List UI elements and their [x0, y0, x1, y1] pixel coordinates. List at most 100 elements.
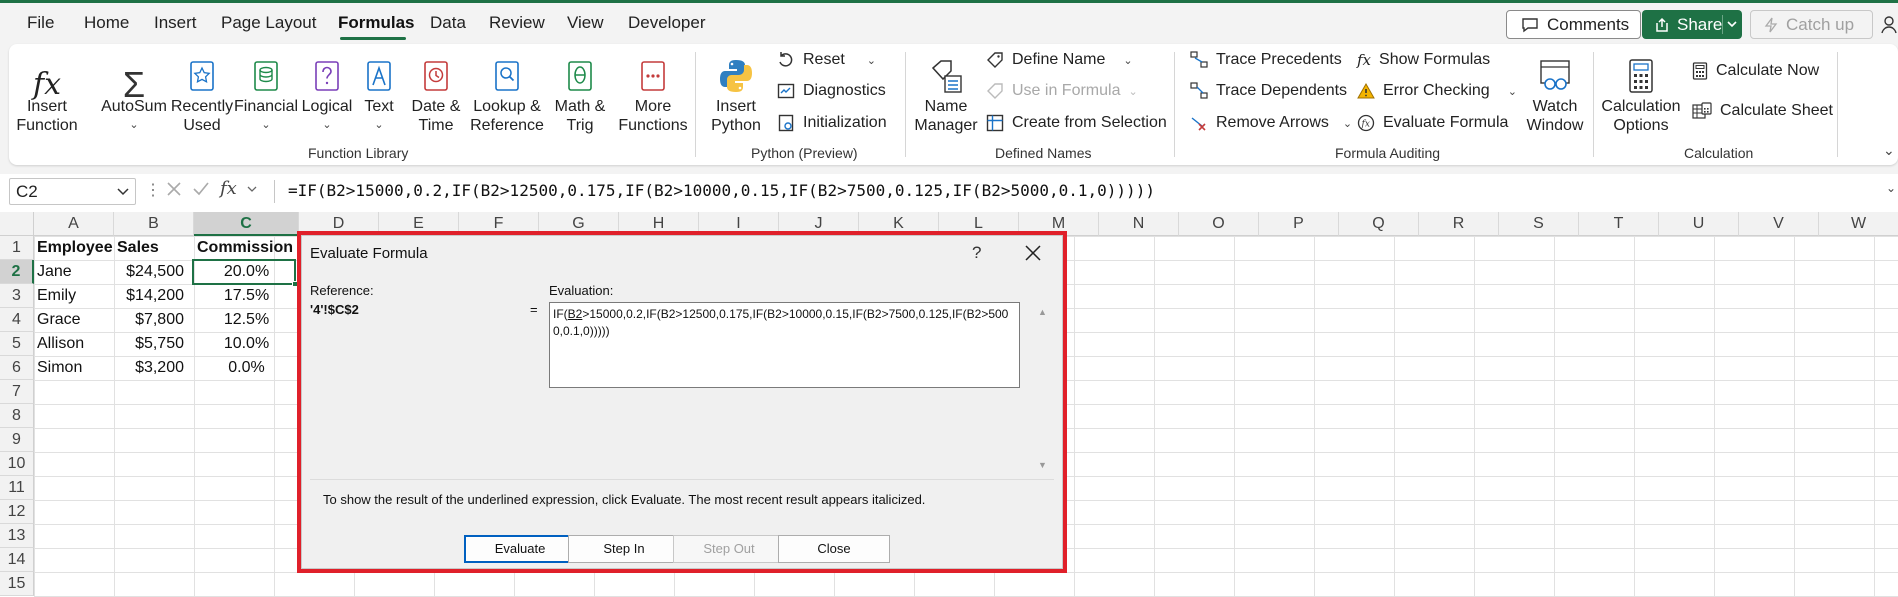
chevron-down-icon[interactable]	[117, 182, 129, 200]
create-from-selection-button[interactable]: Create from Selection	[986, 114, 1167, 132]
reset-button[interactable]: Reset ⌄	[777, 51, 876, 69]
catch-up-button[interactable]: Catch up	[1750, 10, 1873, 39]
cell-a6[interactable]: Simon	[34, 356, 114, 380]
cell-c5[interactable]: 10.0%	[194, 332, 299, 356]
person-icon[interactable]	[1880, 15, 1898, 35]
chevron-down-icon[interactable]	[247, 181, 257, 197]
cell-a2[interactable]: Jane	[34, 260, 114, 284]
step-in-button[interactable]: Step In	[568, 535, 680, 563]
row-header-3[interactable]: 3	[0, 284, 34, 308]
tab-file[interactable]: File	[27, 13, 54, 33]
calculation-options-button[interactable]: Calculation Options	[1599, 48, 1683, 135]
cell-c3[interactable]: 17.5%	[194, 284, 299, 308]
expand-formula-bar-icon[interactable]: ⌄	[1886, 181, 1896, 195]
row-header-4[interactable]: 4	[0, 308, 34, 332]
logical-button[interactable]: Logical ⌄	[299, 48, 355, 135]
enter-check-icon[interactable]	[192, 181, 210, 197]
scroll-down-icon[interactable]: ▼	[1038, 460, 1047, 470]
row-header-2[interactable]: 2	[0, 260, 34, 284]
evaluation-scrollbar[interactable]	[1034, 302, 1054, 474]
column-header-u[interactable]: U	[1659, 212, 1739, 236]
cell-b5[interactable]: $5,750	[114, 332, 194, 356]
tab-review[interactable]: Review	[489, 13, 545, 33]
evaluate-formula-button[interactable]: fx Evaluate Formula	[1357, 114, 1508, 132]
cell-a5[interactable]: Allison	[34, 332, 114, 356]
date-time-button[interactable]: Date & Time	[405, 48, 467, 135]
cell-b3[interactable]: $14,200	[114, 284, 194, 308]
tab-home[interactable]: Home	[84, 13, 129, 33]
financial-button[interactable]: Financial ⌄	[234, 48, 298, 135]
close-button[interactable]: Close	[778, 535, 890, 563]
define-name-button[interactable]: Define Name ⌄	[986, 51, 1133, 69]
close-icon[interactable]	[1024, 244, 1042, 262]
cell-c1[interactable]: Commission	[194, 236, 309, 260]
column-header-w[interactable]: W	[1819, 212, 1898, 236]
cell-b6[interactable]: $3,200	[114, 356, 194, 380]
tab-view[interactable]: View	[567, 13, 604, 33]
row-header-10[interactable]: 10	[0, 452, 34, 476]
insert-function-icon[interactable]: fx	[220, 178, 237, 199]
text-button[interactable]: Text ⌄	[357, 48, 401, 135]
evaluation-textbox[interactable]: IF(B2>15000,0.2,IF(B2>12500,0.175,IF(B2>…	[549, 302, 1020, 388]
cell-c4[interactable]: 12.5%	[194, 308, 299, 332]
row-header-14[interactable]: 14	[0, 548, 34, 572]
row-header-1[interactable]: 1	[0, 236, 34, 260]
math-trig-button[interactable]: Math & Trig	[549, 48, 611, 135]
remove-arrows-button[interactable]: Remove Arrows ⌄	[1190, 114, 1352, 132]
error-checking-button[interactable]: Error Checking ⌄	[1357, 82, 1517, 100]
scroll-up-icon[interactable]: ▲	[1038, 307, 1047, 317]
autosum-button[interactable]: Σ AutoSum ⌄	[101, 48, 167, 135]
chevron-down-icon[interactable]	[1727, 17, 1737, 31]
row-header-7[interactable]: 7	[0, 380, 34, 404]
cell-c6[interactable]: 0.0%	[194, 356, 299, 380]
help-icon[interactable]: ?	[972, 243, 981, 263]
tab-data[interactable]: Data	[430, 13, 466, 33]
evaluate-button[interactable]: Evaluate	[464, 535, 576, 563]
share-button[interactable]: Share	[1642, 10, 1742, 39]
column-header-q[interactable]: Q	[1339, 212, 1419, 236]
trace-dependents-button[interactable]: Trace Dependents	[1190, 82, 1347, 100]
diagnostics-button[interactable]: Diagnostics	[777, 82, 886, 100]
cell-a4[interactable]: Grace	[34, 308, 114, 332]
column-header-b[interactable]: B	[114, 212, 194, 236]
row-header-12[interactable]: 12	[0, 500, 34, 524]
collapse-ribbon-icon[interactable]: ⌄	[1883, 142, 1895, 159]
tab-page-layout[interactable]: Page Layout	[221, 13, 316, 33]
row-header-9[interactable]: 9	[0, 428, 34, 452]
lookup-reference-button[interactable]: Lookup & Reference	[467, 48, 547, 135]
column-header-p[interactable]: P	[1259, 212, 1339, 236]
column-header-v[interactable]: V	[1739, 212, 1819, 236]
tab-insert[interactable]: Insert	[154, 13, 197, 33]
column-header-c[interactable]: C	[194, 212, 299, 236]
name-box[interactable]: C2	[9, 178, 136, 205]
name-manager-button[interactable]: Name Manager	[913, 48, 979, 135]
trace-precedents-button[interactable]: Trace Precedents	[1190, 51, 1342, 69]
tab-developer[interactable]: Developer	[628, 13, 706, 33]
cell-a3[interactable]: Emily	[34, 284, 114, 308]
comments-button[interactable]: Comments	[1506, 10, 1641, 39]
row-header-6[interactable]: 6	[0, 356, 34, 380]
column-header-n[interactable]: N	[1099, 212, 1179, 236]
formula-input[interactable]: =IF(B2>15000,0.2,IF(B2>12500,0.175,IF(B2…	[288, 181, 1155, 200]
initialization-button[interactable]: Initialization	[777, 114, 887, 132]
column-header-o[interactable]: O	[1179, 212, 1259, 236]
cell-b2[interactable]: $24,500	[114, 260, 194, 284]
more-functions-button[interactable]: More Functions	[613, 48, 693, 135]
row-header-8[interactable]: 8	[0, 404, 34, 428]
recently-used-button[interactable]: Recently Used	[169, 48, 235, 135]
column-header-r[interactable]: R	[1419, 212, 1499, 236]
insert-python-button[interactable]: Insert Python	[703, 48, 769, 135]
tab-formulas[interactable]: Formulas	[338, 13, 415, 33]
row-header-15[interactable]: 15	[0, 572, 34, 596]
cell-b4[interactable]: $7,800	[114, 308, 194, 332]
cell-b1[interactable]: Sales	[114, 236, 194, 260]
show-formulas-button[interactable]: fx Show Formulas	[1357, 51, 1490, 69]
insert-function-button[interactable]: fx Insert Function	[16, 48, 77, 135]
row-header-5[interactable]: 5	[0, 332, 34, 356]
cell-a1[interactable]: Employee	[34, 236, 114, 260]
row-header-11[interactable]: 11	[0, 476, 34, 500]
watch-window-button[interactable]: Watch Window	[1525, 48, 1585, 135]
calculate-now-button[interactable]: Calculate Now	[1692, 62, 1819, 80]
cancel-icon[interactable]	[166, 181, 182, 197]
column-header-s[interactable]: S	[1499, 212, 1579, 236]
